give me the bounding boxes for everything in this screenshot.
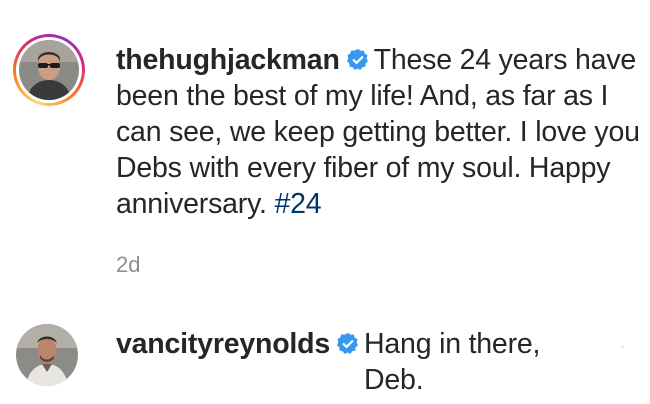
story-ring[interactable]	[13, 34, 85, 106]
username[interactable]: vancityreynolds	[116, 328, 330, 360]
avatar[interactable]	[16, 324, 78, 386]
comment-body: thehughjackman These 24 years have been …	[116, 42, 641, 222]
avatar[interactable]	[19, 40, 79, 100]
comment-timestamp[interactable]: 2d	[116, 252, 140, 278]
divider-mark	[621, 346, 624, 348]
avatar-photo	[16, 324, 78, 386]
comment-body: vancityreynolds Hang in there, Deb.	[116, 326, 641, 398]
verified-badge-icon	[337, 332, 358, 354]
verified-badge-icon	[346, 48, 368, 70]
comment-text: Hang in there, Deb.	[364, 328, 541, 396]
hashtag-link[interactable]: #24	[274, 188, 321, 220]
avatar-photo	[19, 40, 79, 100]
username[interactable]: thehughjackman	[116, 44, 340, 76]
story-ring-gap	[16, 37, 82, 103]
